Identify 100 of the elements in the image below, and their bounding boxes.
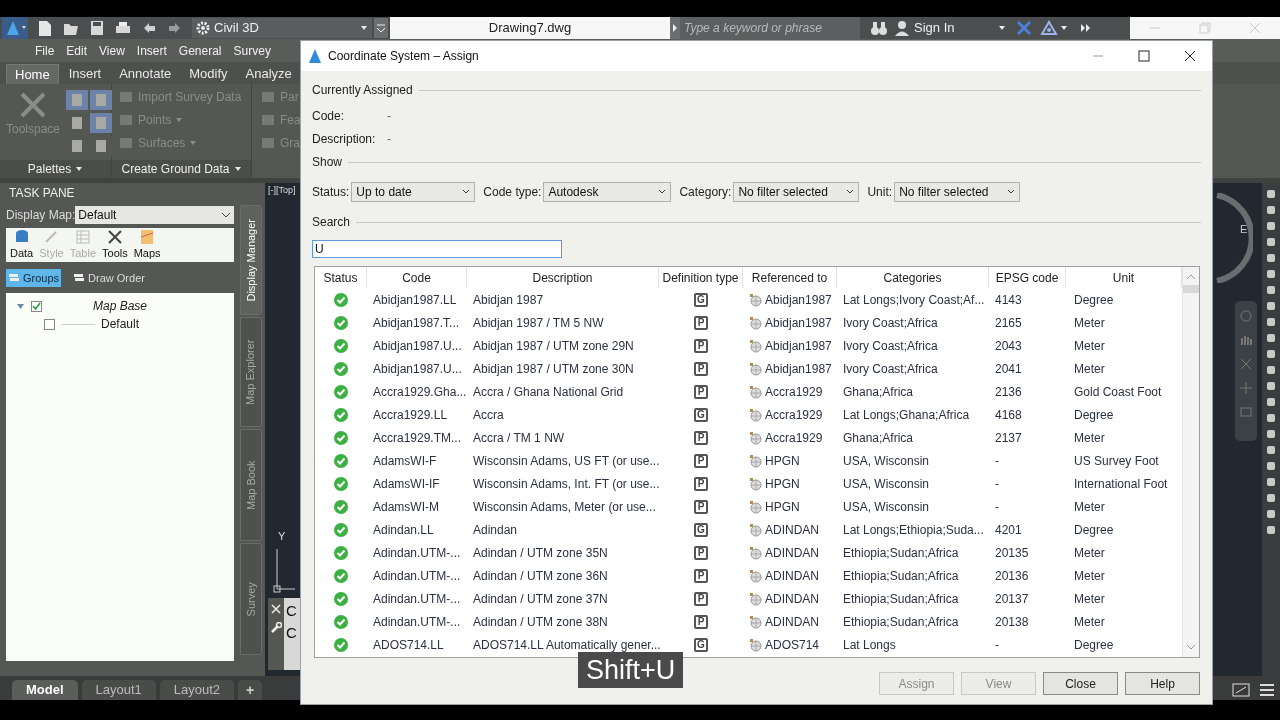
table-cell-text: Abidjan 1987 / UTM zone 29N: [472, 337, 635, 355]
double-arrow-icon[interactable]: [1080, 23, 1092, 33]
side-tab[interactable]: Survey: [240, 543, 262, 655]
type-badge: P: [694, 384, 708, 399]
dialog-button[interactable]: Help: [1125, 672, 1200, 695]
customize-icon[interactable]: [374, 18, 388, 38]
chevron-up-icon[interactable]: [1186, 273, 1196, 281]
tool-icon: [118, 89, 134, 105]
save-icon[interactable]: [88, 19, 106, 37]
filter-dropdown[interactable]: Autodesk: [543, 182, 672, 202]
table-cell-text: Gold Coast Foot: [1073, 383, 1163, 401]
scrollbar[interactable]: [1182, 267, 1199, 657]
fullscreen-icon[interactable]: [1232, 682, 1250, 698]
menu-item[interactable]: File: [30, 41, 60, 60]
collapse-triangle-icon[interactable]: [16, 301, 25, 311]
column-header[interactable]: Code: [367, 267, 467, 288]
pane-tool-button[interactable]: Data: [10, 228, 34, 261]
close-icon[interactable]: [1184, 50, 1196, 62]
filter-dropdown[interactable]: No filter selected: [894, 182, 1021, 202]
caret-icon[interactable]: [1060, 24, 1068, 32]
table-cell-text: Lat Longs: [842, 636, 897, 654]
layout-tab[interactable]: Model: [12, 680, 78, 700]
column-header[interactable]: Description: [467, 267, 659, 288]
display-map-dropdown[interactable]: Default: [75, 206, 234, 224]
tree-item[interactable]: Default: [101, 315, 140, 333]
pane-tool-button[interactable]: Tools: [102, 228, 128, 261]
chevron-down-icon: [1007, 189, 1016, 195]
add-tab-button[interactable]: +: [238, 680, 263, 700]
wrench-icon[interactable]: [270, 622, 282, 634]
keystroke-overlay: Shift+U: [586, 653, 676, 687]
table-cell-text: Ivory Coast;Africa: [842, 360, 939, 378]
search-field[interactable]: U: [312, 240, 562, 258]
column-header[interactable]: Definition type: [659, 267, 743, 288]
view-tab[interactable]: Draw Order: [71, 269, 147, 287]
table-cell-text: Abidjan 1987: [472, 291, 545, 309]
filter-dropdown[interactable]: No filter selected: [733, 182, 860, 202]
triangle-network-icon[interactable]: [1040, 20, 1058, 36]
layout-tab[interactable]: Layout2: [159, 680, 235, 700]
checkbox[interactable]: [31, 300, 42, 312]
globe-icon: [749, 453, 763, 468]
table-cell-text: -: [994, 636, 1000, 654]
table-cell-text: Meter: [1073, 360, 1106, 378]
dialog-button[interactable]: Close: [1043, 672, 1118, 695]
table-cell-text: Abidjan1987.T...: [372, 314, 461, 332]
checkbox[interactable]: [44, 318, 55, 330]
table-cell-text: Adindan.UTM-...: [372, 613, 462, 631]
column-header[interactable]: Status: [315, 267, 367, 288]
type-badge: G: [694, 407, 708, 422]
view-tab[interactable]: Groups: [6, 269, 62, 287]
maximize-icon[interactable]: [1138, 50, 1150, 62]
search-field[interactable]: Type a keyword or phrase: [680, 17, 860, 39]
table-cell-text: USA, Wisconsin: [842, 498, 931, 516]
column-header[interactable]: Referenced to: [743, 267, 837, 288]
field-label: Unit:: [867, 184, 893, 201]
tool-icon: [260, 112, 276, 128]
ribbon-tab[interactable]: Home: [6, 64, 59, 84]
table-cell-text: Adindan / UTM zone 38N: [472, 613, 609, 631]
new-file-icon[interactable]: [36, 19, 54, 37]
chevron-down-icon: [658, 189, 667, 195]
ribbon-tab[interactable]: Insert: [60, 64, 110, 84]
table-cell-text: USA, Wisconsin: [842, 475, 931, 493]
sign-in-link[interactable]: Sign In: [914, 18, 994, 38]
chevron-down-icon[interactable]: [1186, 643, 1196, 651]
side-tab[interactable]: Display Manager: [240, 205, 262, 315]
caret-icon[interactable]: [998, 24, 1006, 32]
ribbon-tab[interactable]: Analyze: [237, 64, 300, 84]
tree-item[interactable]: Map Base: [93, 297, 148, 315]
table-cell-text: Ethiopia;Sudan;Africa: [842, 567, 960, 585]
pane-tool-button[interactable]: Maps: [133, 228, 161, 261]
app-logo-icon[interactable]: [2, 17, 28, 39]
table-cell-text: Adindan: [472, 521, 519, 539]
filter-dropdown[interactable]: Up to date: [351, 182, 476, 202]
view-label[interactable]: [-][Top]: [268, 184, 296, 198]
panel-title-button[interactable]: Create Ground Data: [112, 160, 251, 178]
menu-icon[interactable]: [1258, 682, 1276, 698]
side-tab[interactable]: Map Book: [240, 429, 262, 541]
table-cell-text: Ivory Coast;Africa: [842, 314, 939, 332]
nav-tool-icon: [1239, 309, 1253, 323]
workspace-dropdown[interactable]: Civil 3D: [192, 18, 372, 38]
menu-item[interactable]: General: [173, 41, 227, 60]
scrollbar-thumb[interactable]: [1183, 285, 1199, 293]
binoculars-icon[interactable]: [870, 20, 888, 36]
side-tab[interactable]: Map Explorer: [240, 317, 262, 427]
menu-item[interactable]: View: [94, 41, 130, 60]
layout-tab[interactable]: Layout1: [81, 680, 156, 700]
panel-title-button[interactable]: Palettes: [0, 160, 111, 178]
ribbon-tab[interactable]: Modify: [181, 64, 236, 84]
table-cell-text: Abidjan1987.U...: [372, 337, 463, 355]
table-cell-text: Degree: [1073, 521, 1115, 539]
menu-item[interactable]: Insert: [131, 41, 172, 60]
menu-item[interactable]: Survey: [228, 41, 276, 60]
chevron-down-icon: [221, 211, 231, 219]
menu-item[interactable]: Edit: [61, 41, 93, 60]
panel-icon[interactable]: [66, 90, 89, 110]
column-header[interactable]: EPSG code: [989, 267, 1066, 288]
type-badge: P: [694, 591, 708, 606]
column-header[interactable]: Categories: [837, 267, 989, 288]
table-cell-text: Abidjan 1987 / TM 5 NW: [472, 314, 605, 332]
globe-icon: [749, 545, 763, 560]
ribbon-tab[interactable]: Annotate: [111, 64, 180, 84]
